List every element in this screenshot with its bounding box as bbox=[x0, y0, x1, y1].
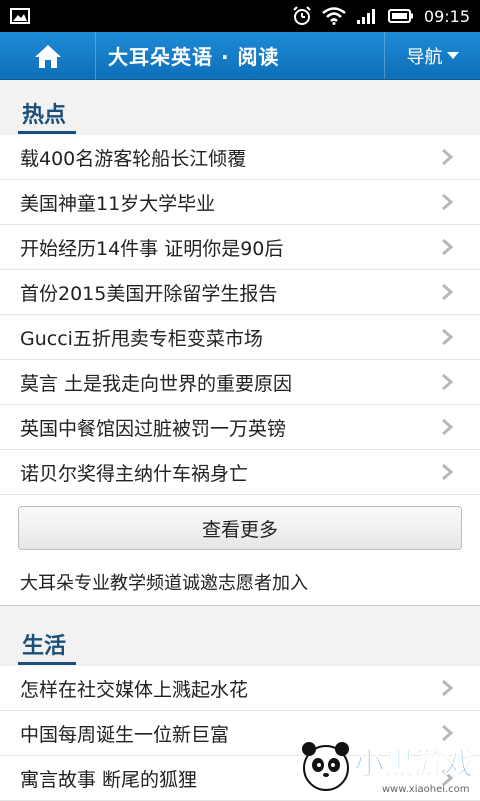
list-item[interactable]: 莫言 土是我走向世界的重要原因 bbox=[0, 360, 480, 405]
chevron-right-icon bbox=[440, 238, 454, 256]
view-more-button[interactable]: 查看更多 bbox=[18, 506, 462, 550]
list-item[interactable]: Gucci五折甩卖专柜变菜市场 bbox=[0, 315, 480, 360]
list-item[interactable]: 首份2015美国开除留学生报告 bbox=[0, 270, 480, 315]
status-bar: 09:15 bbox=[0, 0, 480, 32]
life-section-underline bbox=[18, 662, 76, 665]
list-item-text: 莫言 土是我走向世界的重要原因 bbox=[20, 369, 440, 396]
home-button[interactable] bbox=[0, 32, 96, 80]
life-section-header: 生活 bbox=[0, 612, 480, 666]
list-item-text: 英国中餐馆因过脏被罚一万英镑 bbox=[20, 414, 440, 441]
list-item-text: 美国神童11岁大学毕业 bbox=[20, 189, 440, 216]
watermark-url: www.xiaohei.com bbox=[382, 784, 470, 795]
status-time: 09:15 bbox=[424, 7, 470, 26]
signal-icon bbox=[356, 7, 378, 25]
hot-section-title: 热点 bbox=[22, 97, 66, 129]
alarm-icon bbox=[292, 6, 312, 26]
watermark-logo: 小黑游戏 www.xiaohei.com bbox=[296, 728, 476, 798]
image-icon bbox=[10, 8, 30, 24]
panda-icon bbox=[302, 742, 349, 790]
caret-down-icon bbox=[447, 52, 459, 60]
list-item-text: 诺贝尔奖得主纳什车祸身亡 bbox=[20, 459, 440, 486]
list-item-text: 载400名游客轮船长江倾覆 bbox=[20, 144, 440, 171]
chevron-right-icon bbox=[440, 193, 454, 211]
list-item[interactable]: 怎样在社交媒体上溅起水花 bbox=[0, 666, 480, 711]
hot-list: 载400名游客轮船长江倾覆 美国神童11岁大学毕业 开始经历14件事 证明你是9… bbox=[0, 135, 480, 495]
chevron-right-icon bbox=[440, 328, 454, 346]
list-item[interactable]: 诺贝尔奖得主纳什车祸身亡 bbox=[0, 450, 480, 495]
page-title: 大耳朵英语 · 阅读 bbox=[96, 32, 384, 79]
list-item-text: Gucci五折甩卖专柜变菜市场 bbox=[20, 324, 440, 351]
chevron-right-icon bbox=[440, 418, 454, 436]
list-item-text: 首份2015美国开除留学生报告 bbox=[20, 279, 440, 306]
more-wrap: 查看更多 bbox=[0, 495, 480, 558]
list-item[interactable]: 英国中餐馆因过脏被罚一万英镑 bbox=[0, 405, 480, 450]
nav-menu-button[interactable]: 导航 bbox=[384, 32, 480, 79]
chevron-right-icon bbox=[440, 373, 454, 391]
hot-section-underline bbox=[18, 131, 76, 134]
chevron-right-icon bbox=[440, 679, 454, 697]
hot-section: 热点 载400名游客轮船长江倾覆 美国神童11岁大学毕业 开始经历14件事 证明… bbox=[0, 81, 480, 606]
life-section-title: 生活 bbox=[22, 628, 66, 660]
volunteer-recruit-link[interactable]: 大耳朵专业教学频道诚邀志愿者加入 bbox=[0, 558, 480, 606]
list-item[interactable]: 开始经历14件事 证明你是90后 bbox=[0, 225, 480, 270]
home-icon bbox=[34, 43, 62, 69]
battery-icon bbox=[388, 9, 414, 23]
chevron-right-icon bbox=[440, 148, 454, 166]
watermark-text: 小黑游戏 bbox=[354, 747, 474, 782]
list-item-text: 开始经历14件事 证明你是90后 bbox=[20, 234, 440, 261]
chevron-right-icon bbox=[440, 283, 454, 301]
list-item-text: 怎样在社交媒体上溅起水花 bbox=[20, 675, 440, 702]
wifi-icon bbox=[322, 7, 346, 25]
hot-section-header: 热点 bbox=[0, 81, 480, 135]
nav-menu-label: 导航 bbox=[407, 43, 443, 69]
list-item[interactable]: 美国神童11岁大学毕业 bbox=[0, 180, 480, 225]
list-item[interactable]: 载400名游客轮船长江倾覆 bbox=[0, 135, 480, 180]
app-header: 大耳朵英语 · 阅读 导航 bbox=[0, 32, 480, 80]
chevron-right-icon bbox=[440, 463, 454, 481]
